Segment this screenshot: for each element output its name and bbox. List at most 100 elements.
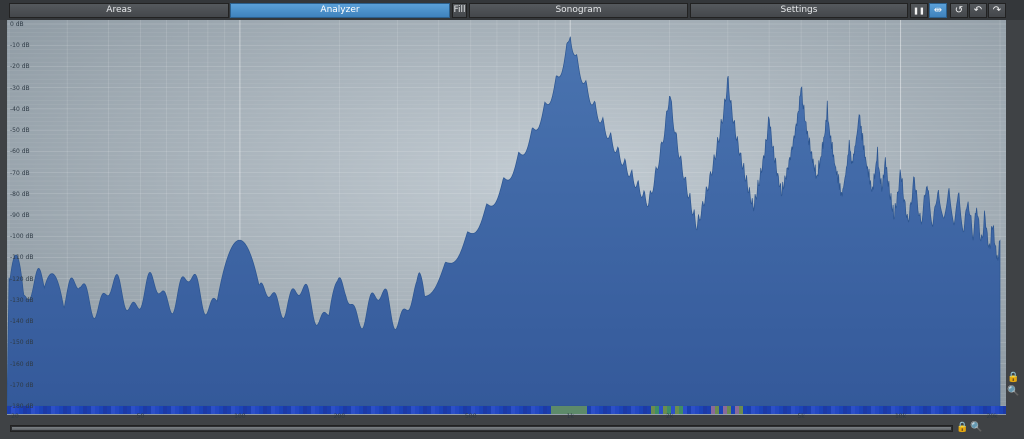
color-strip-segment	[867, 406, 871, 414]
color-strip-segment	[255, 406, 259, 414]
color-strip-segment	[535, 406, 539, 414]
color-strip-segment	[907, 406, 911, 414]
color-strip-segment	[955, 406, 959, 414]
color-strip-segment	[711, 406, 715, 414]
color-strip-segment	[631, 406, 635, 414]
color-strip-segment	[455, 406, 459, 414]
color-strip-segment	[411, 406, 415, 414]
reset-button[interactable]: ↺	[950, 3, 968, 18]
color-strip-segment	[439, 406, 443, 414]
color-strip-segment	[511, 406, 515, 414]
color-strip-segment	[503, 406, 507, 414]
color-strip-segment	[859, 406, 863, 414]
color-strip-segment	[339, 406, 343, 414]
color-strip-segment	[751, 406, 755, 414]
undo-button[interactable]: ↶	[969, 3, 987, 18]
color-strip-segment	[555, 406, 559, 414]
color-strip-segment	[911, 406, 915, 414]
tab-sonogram[interactable]: Sonogram	[469, 3, 688, 18]
color-strip-segment	[615, 406, 619, 414]
color-strip-segment	[575, 406, 579, 414]
color-strip-segment	[143, 406, 147, 414]
color-strip-segment	[111, 406, 115, 414]
color-strip-segment	[655, 406, 659, 414]
color-strip-segment	[7, 406, 11, 414]
color-strip-segment	[363, 406, 367, 414]
color-strip-segment	[59, 406, 63, 414]
color-strip-segment	[571, 406, 575, 414]
redo-button[interactable]: ↷	[988, 3, 1006, 18]
zoom-icon[interactable]: 🔍	[1007, 386, 1019, 398]
color-strip-segment	[343, 406, 347, 414]
color-strip-segment	[815, 406, 819, 414]
color-strip-segment	[919, 406, 923, 414]
lock-icon[interactable]: 🔒	[1007, 372, 1019, 384]
color-strip-segment	[775, 406, 779, 414]
color-strip-segment	[447, 406, 451, 414]
color-strip-segment	[863, 406, 867, 414]
color-strip-segment	[723, 406, 727, 414]
color-strip-segment	[287, 406, 291, 414]
color-strip-segment	[475, 406, 479, 414]
color-strip-segment	[451, 406, 455, 414]
color-strip-segment	[719, 406, 723, 414]
color-strip-segment	[619, 406, 623, 414]
color-strip-segment	[395, 406, 399, 414]
color-strip-segment	[491, 406, 495, 414]
pause-button[interactable]: ❚❚	[910, 3, 928, 18]
color-strip-segment	[967, 406, 971, 414]
color-strip-segment	[219, 406, 223, 414]
color-strip-segment	[247, 406, 251, 414]
color-strip-segment	[99, 406, 103, 414]
color-strip-segment	[743, 406, 747, 414]
tab-settings[interactable]: Settings	[690, 3, 908, 18]
color-strip-segment	[303, 406, 307, 414]
color-strip-segment	[187, 406, 191, 414]
color-strip-segment	[699, 406, 703, 414]
color-strip-segment	[467, 406, 471, 414]
color-strip-segment	[295, 406, 299, 414]
color-strip-segment	[283, 406, 287, 414]
color-strip-segment	[951, 406, 955, 414]
color-strip-segment	[443, 406, 447, 414]
color-strip-segment	[551, 406, 555, 414]
color-strip-segment	[335, 406, 339, 414]
color-strip-segment	[583, 406, 587, 414]
color-strip-segment	[71, 406, 75, 414]
color-strip-segment	[151, 406, 155, 414]
color-strip-segment	[847, 406, 851, 414]
color-strip-segment	[327, 406, 331, 414]
color-strip-segment	[167, 406, 171, 414]
color-strip-segment	[263, 406, 267, 414]
color-strip-segment	[463, 406, 467, 414]
color-strip-segment	[935, 406, 939, 414]
color-strip-segment	[771, 406, 775, 414]
scrollbar-thumb[interactable]	[12, 427, 951, 430]
color-strip-segment	[891, 406, 895, 414]
bottom-zoom-icon[interactable]: 🔍	[970, 422, 982, 434]
color-strip-segment	[19, 406, 23, 414]
bottom-lock-icon[interactable]: 🔒	[956, 422, 968, 434]
color-strip-segment	[999, 406, 1003, 414]
color-strip-segment	[359, 406, 363, 414]
tab-fill[interactable]: Fill	[452, 3, 467, 18]
color-strip-segment	[191, 406, 195, 414]
color-strip-segment	[871, 406, 875, 414]
color-strip-segment	[851, 406, 855, 414]
tab-analyzer[interactable]: Analyzer	[230, 3, 450, 18]
tab-areas[interactable]: Areas	[9, 3, 229, 18]
color-strip-segment	[827, 406, 831, 414]
color-strip-segment	[799, 406, 803, 414]
spectrum-analyzer[interactable]	[7, 20, 1006, 415]
horizontal-scrollbar[interactable]	[10, 425, 953, 432]
color-strip-segment	[183, 406, 187, 414]
color-strip-segment	[675, 406, 679, 414]
color-strip-segment	[839, 406, 843, 414]
color-strip-segment	[371, 406, 375, 414]
fit-button[interactable]: ⇹	[929, 3, 947, 18]
color-strip-segment	[611, 406, 615, 414]
color-strip-segment	[399, 406, 403, 414]
color-strip-segment	[63, 406, 67, 414]
color-strip-segment	[939, 406, 943, 414]
color-strip-segment	[355, 406, 359, 414]
